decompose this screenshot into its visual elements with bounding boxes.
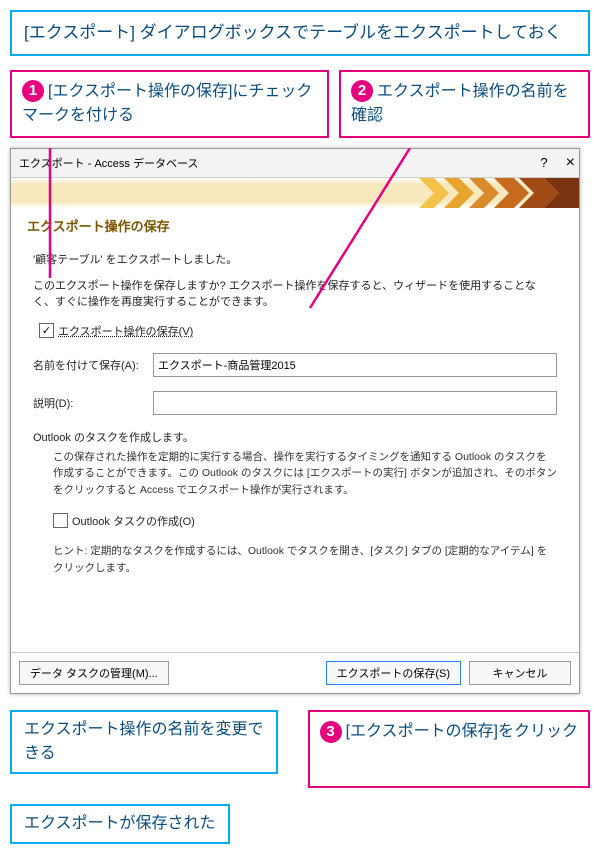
header-band	[11, 178, 579, 208]
desc-input[interactable]	[153, 391, 557, 415]
callout-done-text: エクスポートが保存された	[24, 815, 216, 832]
export-dialog: エクスポート - Access データベース ? × エクスポート操作の保存 '…	[10, 148, 580, 695]
callout-top-text: [エクスポート] ダイアログボックスでテーブルをエクスポートしておく	[24, 23, 562, 42]
callout-top: [エクスポート] ダイアログボックスでテーブルをエクスポートしておく	[10, 10, 590, 56]
desc-label: 説明(D):	[33, 395, 153, 411]
outlook-header: Outlook のタスクを作成します。	[33, 429, 557, 445]
help-icon[interactable]: ?	[540, 155, 547, 170]
decorative-arrows	[399, 178, 579, 208]
save-question: このエクスポート操作を保存しますか? エクスポート操作を保存すると、ウィザードを…	[33, 277, 557, 309]
callout-rename-text: エクスポート操作の名前を変更できる	[24, 721, 264, 762]
callout-2-num: 2	[351, 80, 373, 102]
callout-1: 1[エクスポート操作の保存]にチェックマークを付ける	[10, 70, 329, 138]
close-icon[interactable]: ×	[566, 154, 575, 172]
name-label: 名前を付けて保存(A):	[33, 357, 153, 373]
callout-3-text: [エクスポートの保存]をクリック	[346, 723, 578, 740]
btn-save-export[interactable]: エクスポートの保存(S)	[326, 661, 461, 685]
callout-1-text: [エクスポート操作の保存]にチェックマークを付ける	[22, 83, 312, 124]
callout-2-text: エクスポート操作の名前を確認	[351, 83, 569, 124]
chk-outlook-label[interactable]: Outlook タスクの作成(O)	[72, 513, 195, 529]
callout-3-num: 3	[320, 721, 342, 743]
titlebar: エクスポート - Access データベース ? ×	[11, 149, 579, 178]
chk-save-export[interactable]: ✓	[39, 323, 54, 338]
callout-done: エクスポートが保存された	[10, 804, 230, 844]
dialog-footer: データ タスクの管理(M)... エクスポートの保存(S) キャンセル	[11, 652, 579, 693]
callout-1-num: 1	[22, 80, 44, 102]
btn-cancel[interactable]: キャンセル	[469, 661, 571, 685]
dialog-title: エクスポート - Access データベース	[19, 155, 198, 171]
callout-2: 2エクスポート操作の名前を確認	[339, 70, 590, 138]
chk-save-export-label[interactable]: エクスポート操作の保存(V)	[58, 323, 193, 339]
callout-rename: エクスポート操作の名前を変更できる	[10, 710, 278, 774]
dialog-subtitle: エクスポート操作の保存	[11, 208, 579, 243]
chk-outlook-task[interactable]	[53, 513, 68, 528]
outlook-desc: この保存された操作を定期的に実行する場合、操作を実行するタイミングを通知する O…	[53, 449, 557, 499]
btn-manage-tasks[interactable]: データ タスクの管理(M)...	[19, 661, 169, 685]
callout-3: 3[エクスポートの保存]をクリック	[308, 710, 590, 788]
name-input[interactable]	[153, 353, 557, 377]
hint-text: ヒント: 定期的なタスクを作成するには、Outlook でタスクを開き、[タスク…	[53, 543, 557, 577]
exported-msg: '顧客テーブル' をエクスポートしました。	[33, 251, 557, 267]
